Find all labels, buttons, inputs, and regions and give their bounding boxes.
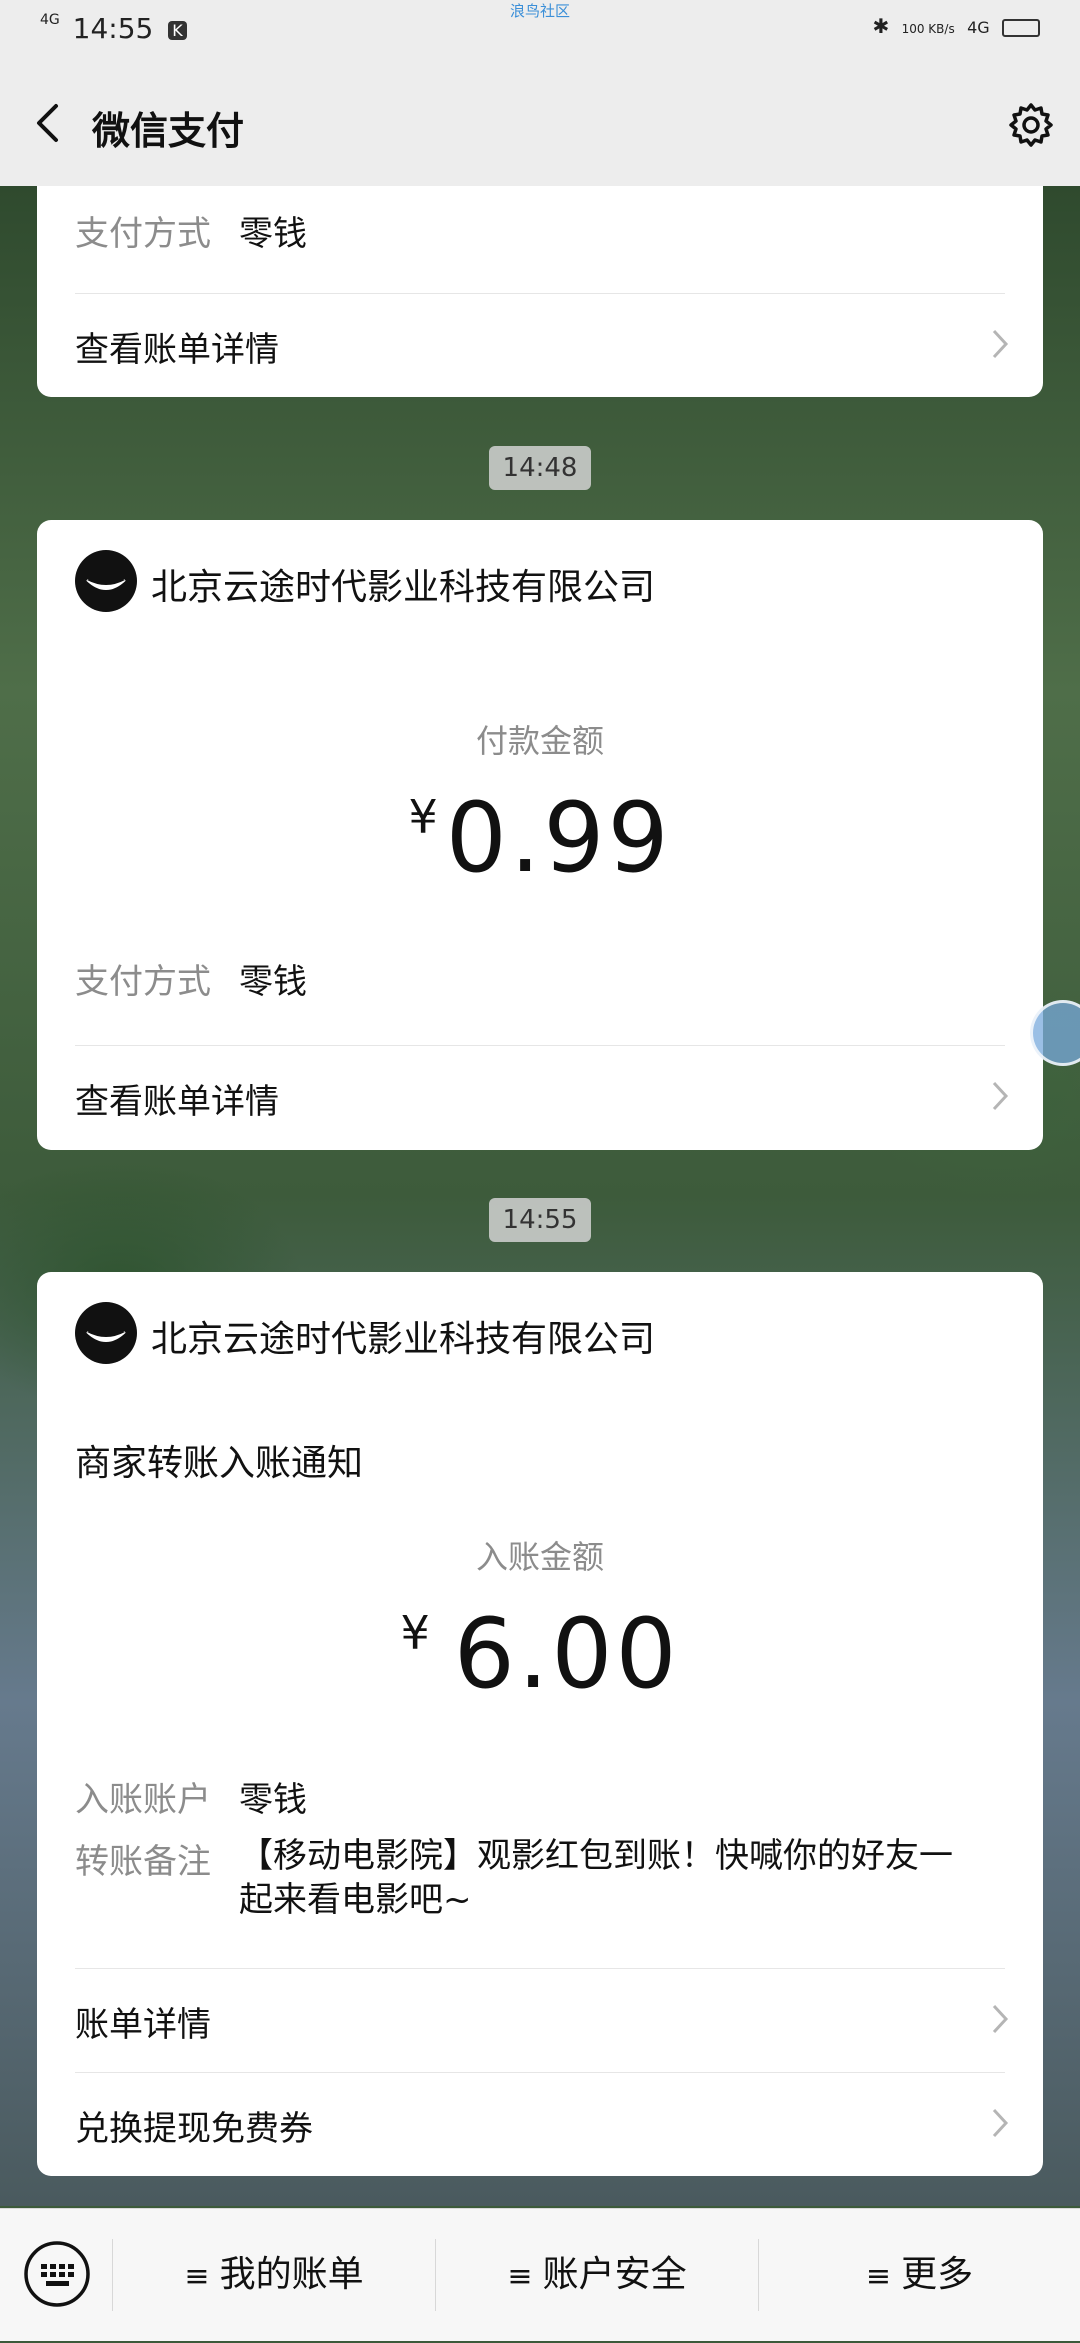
menu-list-icon: ≡ [507, 2259, 533, 2294]
payment-amount-label: 付款金额 [475, 722, 604, 760]
chevron-right-icon [992, 1081, 1009, 1111]
battery-icon [1002, 18, 1040, 37]
chevron-right-icon [992, 2004, 1009, 2034]
keyboard-toggle-button[interactable] [22, 2239, 92, 2309]
view-bill-details-row[interactable]: 查看账单详情 [37, 1046, 1043, 1148]
credit-amount: ¥6.00 [37, 1598, 1043, 1710]
currency-symbol: ¥ [400, 1606, 430, 1660]
payment-card: 北京云途时代影业科技有限公司 付款金额 ¥0.99 支付方式 零钱 查看账单详情 [37, 520, 1043, 1150]
amount-value: 0.99 [445, 782, 672, 894]
page-title: 微信支付 [92, 109, 245, 153]
back-button[interactable] [24, 98, 74, 148]
payment-method-label: 支付方式 [75, 962, 211, 1002]
currency-symbol: ¥ [408, 790, 438, 844]
transfer-note-value: 【移动电影院】观影红包到账！快喊你的好友一 起来看电影吧~ [239, 1834, 999, 1922]
bluetooth-icon: ✱ [872, 14, 890, 38]
gear-icon [1009, 103, 1053, 147]
credit-account-label: 入账账户 [75, 1780, 211, 1820]
merchant-name: 北京云途时代影业科技有限公司 [151, 567, 656, 608]
chevron-right-icon [992, 329, 1009, 359]
message-timestamp: 14:55 [489, 1198, 591, 1242]
transfer-notice-card: 北京云途时代影业科技有限公司 商家转账入账通知 入账金额 ¥6.00 入账账户 … [37, 1272, 1043, 2176]
credit-account-value: 零钱 [239, 1780, 307, 1820]
bill-details-row[interactable]: 账单详情 [37, 1969, 1043, 2071]
payment-card-previous: 支付方式 零钱 查看账单详情 [37, 186, 1043, 397]
more-menu[interactable]: ≡ 更多 [759, 2209, 1080, 2341]
eye-logo-icon [86, 1331, 126, 1342]
menu-list-icon: ≡ [184, 2259, 210, 2294]
my-bills-label: 我的账单 [219, 2254, 364, 2295]
credit-amount-label: 入账金额 [475, 1538, 604, 1576]
payment-method-value: 零钱 [239, 962, 307, 1002]
nav-bar: 微信支付 [0, 60, 1080, 186]
merchant-logo [75, 1302, 137, 1364]
payment-method-label: 支付方式 [75, 214, 211, 254]
status-right: ✱ 100 KB/s 4G [872, 14, 1040, 38]
eye-logo-icon [86, 579, 126, 590]
message-timestamp: 14:48 [489, 446, 591, 490]
transfer-note-line: 起来看电影吧~ [239, 1880, 472, 1920]
chevron-right-icon [992, 2108, 1009, 2138]
merchant-logo [75, 550, 137, 612]
account-security-menu[interactable]: ≡ 账户安全 [436, 2209, 758, 2341]
keyboard-icon [24, 2241, 90, 2307]
back-arrow-icon [37, 104, 58, 142]
transfer-note-label: 转账备注 [75, 1842, 211, 1882]
bill-details-label: 账单详情 [75, 2005, 211, 2045]
amount-value: 6.00 [453, 1598, 680, 1710]
status-bar: 4G 14:55 K 浪鸟社区 ✱ 100 KB/s 4G [0, 0, 1080, 60]
notice-title: 商家转账入账通知 [75, 1443, 364, 1484]
redeem-voucher-row[interactable]: 兑换提现免费券 [37, 2073, 1043, 2175]
account-security-label: 账户安全 [542, 2254, 687, 2295]
bottom-menu-bar: ≡ 我的账单 ≡ 账户安全 ≡ 更多 [0, 2208, 1080, 2341]
my-bills-menu[interactable]: ≡ 我的账单 [113, 2209, 435, 2341]
more-label: 更多 [901, 2254, 974, 2295]
network-type-right: 4G [967, 18, 990, 37]
view-bill-details-row[interactable]: 查看账单详情 [37, 294, 1043, 396]
network-speed: 100 KB/s [901, 22, 955, 36]
transfer-note-line: 【移动电影院】观影红包到账！快喊你的好友一 [239, 1836, 953, 1876]
payment-method-value: 零钱 [239, 214, 307, 254]
menu-list-icon: ≡ [865, 2259, 892, 2294]
payment-amount: ¥0.99 [37, 782, 1043, 894]
k-app-icon: K [168, 20, 187, 40]
redeem-voucher-label: 兑换提现免费券 [75, 2109, 313, 2149]
settings-button[interactable] [1006, 100, 1056, 150]
view-bill-details-label: 查看账单详情 [75, 1082, 279, 1122]
merchant-name: 北京云途时代影业科技有限公司 [151, 1319, 656, 1360]
view-bill-details-label: 查看账单详情 [75, 330, 279, 370]
